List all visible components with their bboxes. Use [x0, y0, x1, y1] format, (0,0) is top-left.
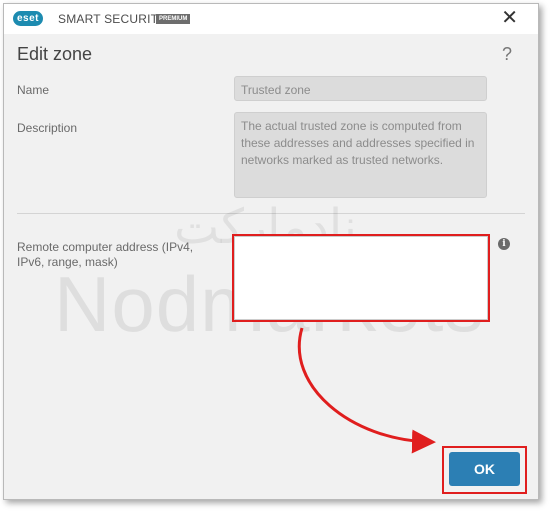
description-field: The actual trusted zone is computed from…: [234, 112, 487, 198]
remote-address-input[interactable]: [232, 234, 490, 322]
close-icon[interactable]: ✕: [501, 8, 518, 28]
edition-badge: PREMIUM: [156, 14, 191, 24]
edit-zone-dialog: eset SMART SECURITY PREMIUM ✕ Edit zone …: [3, 3, 539, 500]
help-icon[interactable]: ?: [502, 44, 512, 65]
name-label: Name: [17, 83, 50, 97]
ok-button[interactable]: OK: [449, 452, 520, 486]
info-icon[interactable]: i: [498, 238, 510, 250]
divider: [17, 213, 525, 214]
description-label: Description: [17, 121, 78, 135]
name-field: Trusted zone: [234, 76, 487, 101]
product-name: SMART SECURITY: [58, 12, 167, 26]
titlebar: eset SMART SECURITY PREMIUM ✕: [4, 4, 538, 34]
eset-logo: eset: [13, 11, 44, 26]
remote-address-label: Remote computer address (IPv4, IPv6, ran…: [17, 240, 194, 269]
dialog-title: Edit zone: [17, 44, 93, 64]
